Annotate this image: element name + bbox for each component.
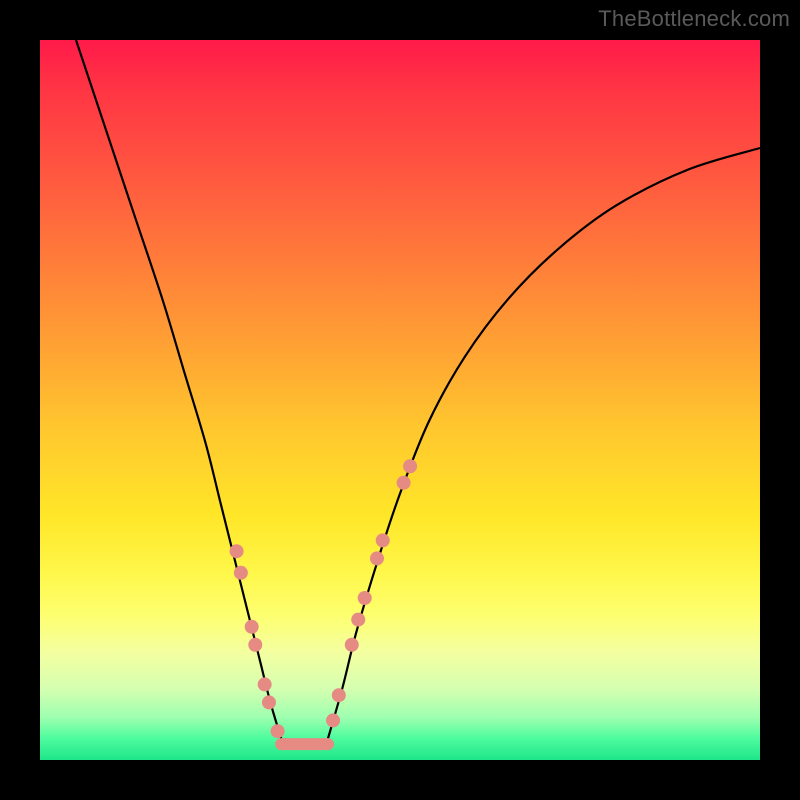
- highlight-dot: [351, 613, 365, 627]
- highlight-dot: [332, 688, 346, 702]
- highlight-dot: [376, 533, 390, 547]
- curve-svg: [40, 40, 760, 760]
- highlight-dot: [345, 638, 359, 652]
- highlight-dot: [230, 544, 244, 558]
- highlight-dot: [370, 551, 384, 565]
- chart-frame: TheBottleneck.com: [0, 0, 800, 800]
- right-branch-line: [328, 148, 760, 738]
- highlight-dot: [234, 566, 248, 580]
- highlight-dot: [271, 724, 285, 738]
- highlight-dots-group: [230, 459, 418, 738]
- watermark-text: TheBottleneck.com: [598, 6, 790, 32]
- highlight-dot: [248, 638, 262, 652]
- highlight-dot: [262, 695, 276, 709]
- highlight-dot: [397, 476, 411, 490]
- highlight-dot: [403, 459, 417, 473]
- highlight-dot: [326, 713, 340, 727]
- plot-area: [40, 40, 760, 760]
- highlight-dot: [245, 620, 259, 634]
- highlight-dot: [258, 677, 272, 691]
- highlight-dot: [358, 591, 372, 605]
